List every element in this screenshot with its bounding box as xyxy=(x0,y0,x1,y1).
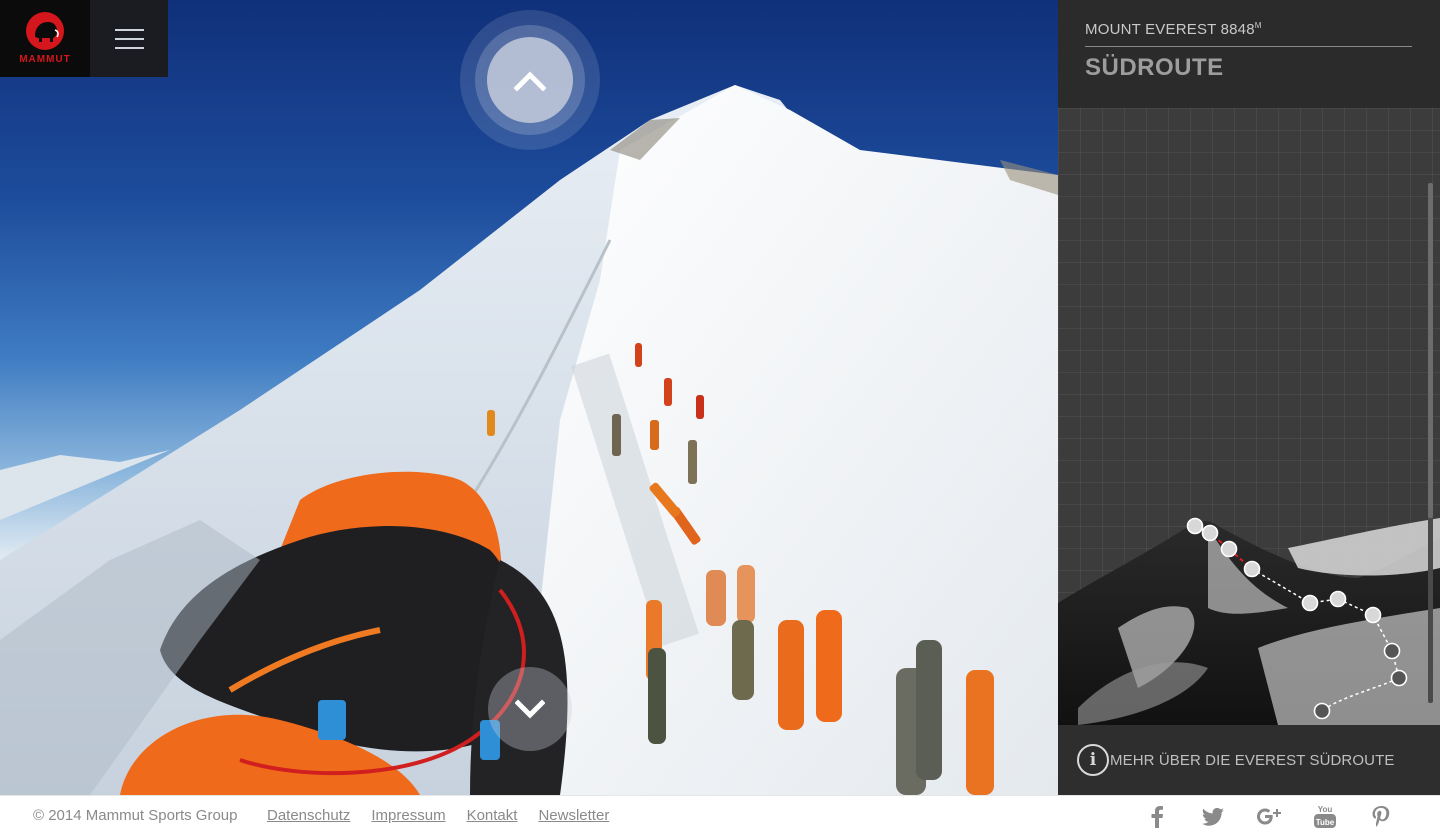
footer-link-newsletter[interactable]: Newsletter xyxy=(538,807,609,824)
footer-link-impressum[interactable]: Impressum xyxy=(371,807,445,824)
twitter-icon[interactable] xyxy=(1201,805,1225,829)
facebook-icon[interactable] xyxy=(1145,805,1169,829)
panel-header: MOUNT EVEREST 8848M SÜDROUTE xyxy=(1058,0,1440,108)
google-plus-icon[interactable] xyxy=(1257,805,1281,829)
brand-wordmark: MAMMUT xyxy=(19,54,71,65)
mountain-subtitle: MOUNT EVEREST 8848M xyxy=(1085,21,1262,38)
more-info-link[interactable]: i MEHR ÜBER DIE EVEREST SÜDROUTE xyxy=(1058,725,1440,795)
chevron-up-icon xyxy=(514,71,546,91)
more-info-label: MEHR ÜBER DIE EVEREST SÜDROUTE xyxy=(1110,751,1395,769)
hamburger-menu-icon[interactable] xyxy=(90,0,168,77)
footer-links: Datenschutz Impressum Kontakt Newsletter xyxy=(267,807,609,824)
route-title: SÜDROUTE xyxy=(1085,54,1224,81)
footer-link-kontakt[interactable]: Kontakt xyxy=(467,807,518,824)
social-links: You Tube xyxy=(1145,805,1393,829)
pinterest-icon[interactable] xyxy=(1369,805,1393,829)
footer-link-datenschutz[interactable]: Datenschutz xyxy=(267,807,350,824)
youtube-icon[interactable]: You Tube xyxy=(1313,805,1337,829)
svg-text:Tube: Tube xyxy=(1316,818,1335,827)
navigate-down-button[interactable] xyxy=(488,667,572,751)
route-map[interactable] xyxy=(1058,108,1440,725)
site-footer: © 2014 Mammut Sports Group Datenschutz I… xyxy=(0,795,1440,836)
mammut-logo[interactable]: MAMMUT xyxy=(0,0,90,77)
header-divider xyxy=(1085,46,1412,47)
chevron-down-icon xyxy=(515,699,545,719)
svg-text:You: You xyxy=(1318,805,1333,814)
everest-mountain-image xyxy=(1058,517,1440,725)
copyright: © 2014 Mammut Sports Group xyxy=(33,807,238,824)
mammoth-icon xyxy=(26,12,64,50)
panel-scrollbar[interactable] xyxy=(1428,183,1433,703)
info-icon: i xyxy=(1077,744,1109,776)
scrollbar-thumb[interactable] xyxy=(1428,183,1433,518)
route-panel: MOUNT EVEREST 8848M SÜDROUTE i MEHR ÜBER… xyxy=(1058,0,1440,795)
navigate-up-button[interactable] xyxy=(460,10,600,150)
